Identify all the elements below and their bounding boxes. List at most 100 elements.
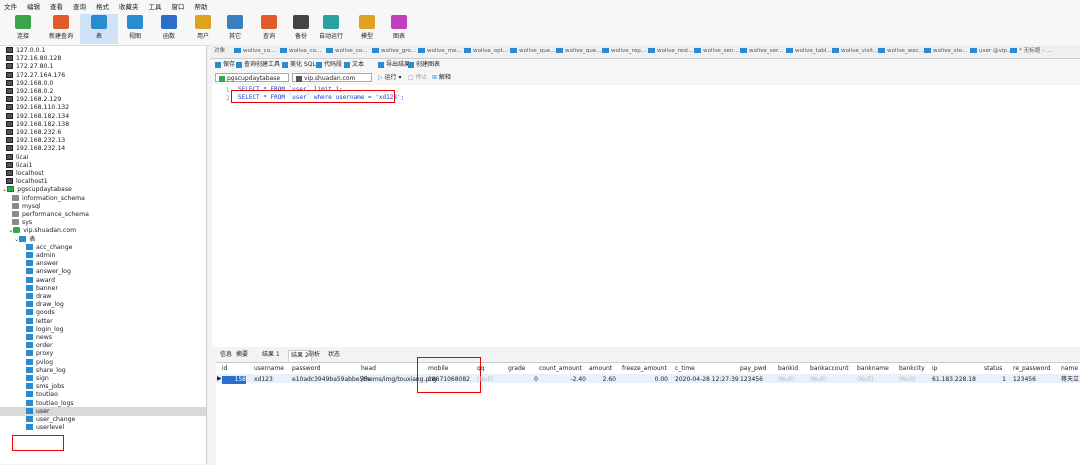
query-toolbar-button[interactable]: 美化 SQL <box>282 60 316 70</box>
editor-tab[interactable]: wolive_tabl... <box>786 47 832 56</box>
sql-editor[interactable]: 1 SELECT * FROM `user` limit 1; 2 SELECT… <box>212 85 1080 347</box>
query-toolbar-button[interactable]: 文本 <box>344 60 364 70</box>
query-toolbar-button[interactable]: 创建图表 <box>408 60 440 70</box>
editor-tab[interactable]: wolive_rest... <box>648 47 694 56</box>
column-header-re_password[interactable]: re_password <box>1013 365 1051 373</box>
run-button[interactable]: ▷ 运行 ▾ <box>378 73 401 83</box>
cell-username[interactable]: xd123 <box>254 376 273 384</box>
cell-status[interactable]: 1 <box>984 376 1006 384</box>
object-tree[interactable]: 127.0.0.1 172.16.80.128 172.27.80.1 172.27.… <box>0 46 207 464</box>
cell-name[interactable]: 蒋天立 <box>1061 376 1079 384</box>
cell-bankaccount[interactable]: (Null) <box>810 376 826 384</box>
column-header-grade[interactable]: grade <box>508 365 525 373</box>
toolbar-button-4[interactable]: 函数 <box>150 14 188 44</box>
cell-mobile[interactable]: 18671068082 <box>428 376 470 384</box>
editor-tab[interactable]: wolive_visit... <box>832 47 879 56</box>
toolbar-button-1[interactable]: 新建查询 <box>42 14 80 44</box>
editor-tab[interactable]: wolive_co... <box>280 47 321 56</box>
toolbar-icon <box>359 15 375 29</box>
result-tab[interactable]: 状态 <box>328 350 340 360</box>
column-header-ip[interactable]: ip <box>932 365 937 373</box>
cell-grade[interactable]: 0 <box>508 376 538 384</box>
column-header-head[interactable]: head <box>361 365 376 373</box>
database-select[interactable]: vip.shuadan.com <box>292 73 372 82</box>
query-toolbar-button[interactable]: 保存 <box>215 60 235 70</box>
editor-tab[interactable]: wolive_que... <box>556 47 602 56</box>
column-header-pay_pwd[interactable]: pay_pwd <box>740 365 767 373</box>
column-header-id[interactable]: id <box>222 365 227 373</box>
result-tab[interactable]: 摘要 <box>236 350 248 360</box>
column-header-bankname[interactable]: bankname <box>857 365 889 373</box>
menu-item[interactable]: 格式 <box>96 1 109 11</box>
editor-tab[interactable]: wolive_me... <box>418 47 462 56</box>
column-header-bankaccount[interactable]: bankaccount <box>810 365 849 373</box>
query-toolbar-button[interactable]: 查询创建工具 <box>236 60 280 70</box>
tree-table-userlevel[interactable]: userlevel <box>0 423 206 432</box>
column-header-count_amount[interactable]: count_amount <box>539 365 582 373</box>
column-header-status[interactable]: status <box>984 365 1002 373</box>
cell-qq[interactable]: (Null) <box>477 376 493 384</box>
connection-label: 192.168.232.13 <box>16 137 66 145</box>
editor-tab[interactable]: wolive_sto... <box>924 47 967 56</box>
toolbar-button-0[interactable]: 连接 <box>4 14 42 44</box>
column-header-name[interactable]: name <box>1061 365 1078 373</box>
column-header-bankid[interactable]: bankid <box>778 365 798 373</box>
stop-button[interactable]: □ 停止 <box>408 73 428 83</box>
cell-head[interactable]: /thems/img/touxiang.png <box>361 376 437 384</box>
menu-item[interactable]: 窗口 <box>172 1 185 11</box>
menu-item[interactable]: 工具 <box>149 1 162 11</box>
column-header-c_time[interactable]: c_time <box>675 365 695 373</box>
column-header-password[interactable]: password <box>292 365 321 373</box>
toolbar-button-9[interactable]: 自动运行 <box>312 14 350 44</box>
editor-tab[interactable]: wolive_sen... <box>694 47 739 56</box>
cell-bankid[interactable]: (Null) <box>778 376 794 384</box>
cell-ip[interactable]: 61.183.228.18 <box>932 376 976 384</box>
cell-id[interactable]: 158 <box>222 376 246 384</box>
toolbar-button-11[interactable]: 图表 <box>380 14 418 44</box>
cell-c_time[interactable]: 2020-04-28 12:27:39 <box>675 376 739 384</box>
toolbar-button-3[interactable]: 视图 <box>116 14 154 44</box>
result-grid[interactable]: ▶ id 158 username xd123 password e10adc3949ba… <box>216 357 1080 465</box>
cell-bankname[interactable]: (Null) <box>857 376 873 384</box>
column-header-bankcity[interactable]: bankcity <box>899 365 925 373</box>
column-header-username[interactable]: username <box>254 365 284 373</box>
connection-icon <box>6 55 13 62</box>
cell-count_amount[interactable]: -2.40 <box>539 376 586 384</box>
editor-tab[interactable]: user @vip... <box>970 47 1012 56</box>
connection-select[interactable]: pgscupdaytabase <box>215 73 289 82</box>
query-toolbar-button[interactable]: 导出结果 <box>378 60 410 70</box>
menu-item[interactable]: 帮助 <box>195 1 208 11</box>
result-tab[interactable]: 信息 <box>220 350 232 360</box>
toolbar-button-6[interactable]: 其它 <box>216 14 254 44</box>
cell-freeze_amount[interactable]: 0.00 <box>622 376 668 384</box>
menu-item[interactable]: 文件 <box>4 1 17 11</box>
menu-item[interactable]: 查看 <box>50 1 63 11</box>
cell-password[interactable]: e10adc3949ba59abbe56e <box>292 376 371 384</box>
editor-tab[interactable]: wolive_gro... <box>372 47 416 56</box>
explain-button[interactable]: ⊞ 解释 <box>432 73 451 83</box>
editor-tab[interactable]: wolive_co... <box>234 47 275 56</box>
editor-tab[interactable]: wolive_rep... <box>602 47 646 56</box>
column-header-freeze_amount[interactable]: freeze_amount <box>622 365 667 373</box>
editor-tab[interactable]: wolive_wec... <box>878 47 924 56</box>
editor-tab[interactable]: wolive_opt... <box>464 47 508 56</box>
cell-amount[interactable]: 2.60 <box>589 376 616 384</box>
column-header-amount[interactable]: amount <box>589 365 612 373</box>
cell-pay_pwd[interactable]: 123456 <box>740 376 763 384</box>
menu-item[interactable]: 查询 <box>73 1 86 11</box>
query-toolbar-button[interactable]: 代码段 <box>316 60 342 70</box>
editor-tab[interactable]: wolive_co... <box>326 47 367 56</box>
column-header-mobile[interactable]: mobile <box>428 365 448 373</box>
result-tab[interactable]: 剖析 <box>308 350 320 360</box>
toolbar-button-2[interactable]: 表 <box>80 14 118 44</box>
result-tab[interactable]: 结果 1 <box>262 350 280 360</box>
menu-item[interactable]: 编辑 <box>27 1 40 11</box>
cell-bankcity[interactable]: (Null) <box>899 376 915 384</box>
editor-tab[interactable]: * 无标题 - ... <box>1010 47 1051 56</box>
cell-re_password[interactable]: 123456 <box>1013 376 1036 384</box>
editor-tab[interactable]: wolive_que... <box>510 47 556 56</box>
editor-tab[interactable]: wolive_ser... <box>740 47 783 56</box>
menu-item[interactable]: 收藏夹 <box>119 1 139 11</box>
column-header-qq[interactable]: qq <box>477 365 485 373</box>
tab-objects[interactable]: 对象 <box>214 47 225 56</box>
